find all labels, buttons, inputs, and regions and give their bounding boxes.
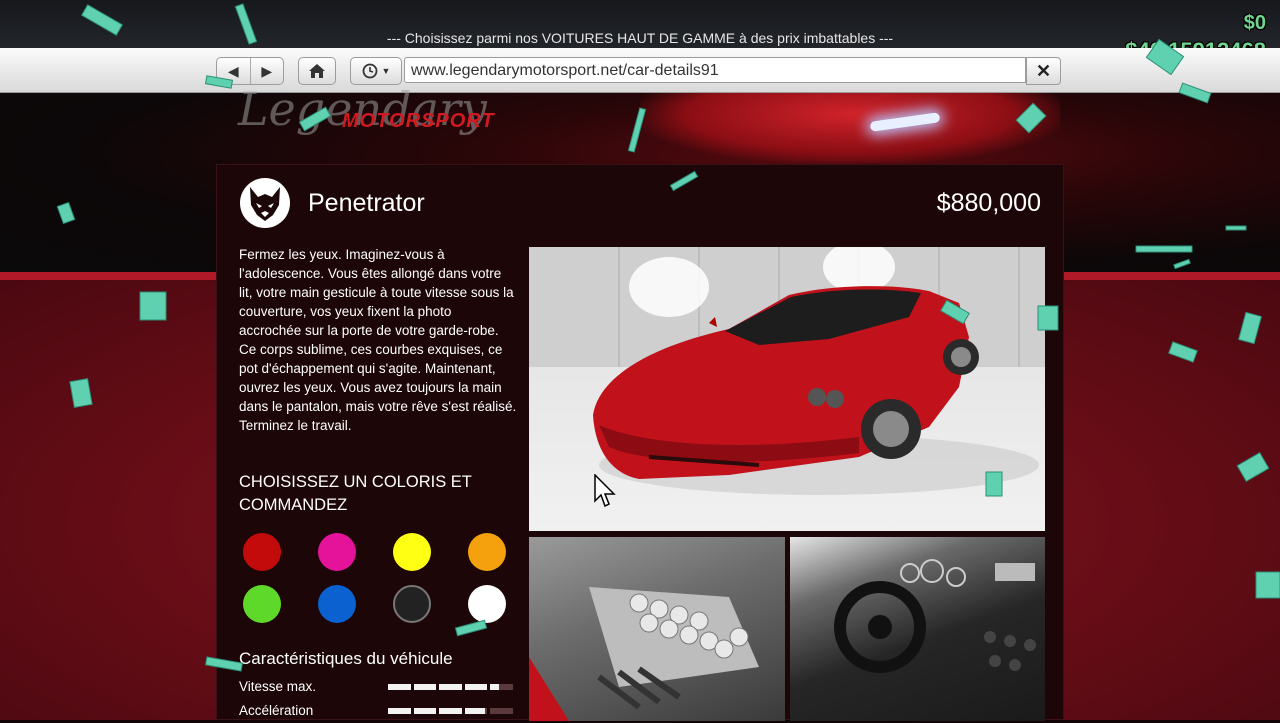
spec-bar-segment — [490, 708, 513, 714]
clock-icon — [362, 63, 377, 79]
vehicle-name: Penetrator — [308, 189, 425, 217]
close-button[interactable]: ✕ — [1026, 57, 1061, 85]
spec-bar — [388, 684, 513, 690]
forward-button[interactable]: ▶ — [249, 58, 284, 84]
engine-illustration — [529, 587, 759, 721]
spec-bar-fill — [490, 684, 500, 690]
specs-title: Caractéristiques du véhicule — [239, 649, 453, 668]
color-swatch-blue[interactable] — [318, 585, 356, 623]
spec-bar-segment — [439, 708, 462, 714]
chevron-down-icon: ▼ — [381, 66, 391, 76]
site-logo-motorsport: MOTORSPORT — [342, 110, 495, 132]
address-bar[interactable]: www.legendarymotorsport.net/car-details9… — [404, 57, 1026, 83]
spec-bar-segment — [413, 708, 437, 714]
vehicle-engine-photo[interactable] — [529, 537, 785, 721]
color-swatch-green[interactable] — [243, 585, 281, 623]
spec-bar — [388, 708, 513, 714]
spec-bar-fill — [439, 708, 462, 714]
spec-row-acceleration: Accélération — [239, 703, 515, 723]
site-tagline: --- Choisissez parmi nos VOITURES HAUT D… — [386, 30, 894, 46]
banner-car-image — [640, 93, 1060, 163]
spec-bar-fill — [464, 708, 486, 714]
spec-bar-fill — [388, 708, 411, 714]
vehicle-description: Fermez les yeux. Imaginez-vous à l'adole… — [239, 247, 517, 433]
spec-bar-segment — [464, 684, 488, 690]
color-swatch-black[interactable] — [393, 585, 431, 623]
color-swatch-red[interactable] — [243, 533, 281, 571]
hud-cash: $0 — [1243, 12, 1266, 34]
history-button[interactable]: ▼ — [350, 57, 402, 85]
color-swatch-orange[interactable] — [468, 533, 506, 571]
spec-bar-fill — [439, 684, 462, 690]
color-swatch-pink[interactable] — [318, 533, 356, 571]
spec-bar-segment — [388, 708, 411, 714]
mouse-cursor-icon — [594, 474, 616, 508]
spec-row-speed: Vitesse max. — [239, 679, 515, 699]
browser-toolbar: ◀ ▶ ▼ www.legendarymotorsport.net/car-de… — [0, 48, 1280, 93]
color-swatches — [243, 533, 513, 623]
back-button[interactable]: ◀ — [217, 58, 250, 84]
vehicle-price: $880,000 — [936, 189, 1041, 217]
spec-bar-segment — [464, 708, 488, 714]
brand-wolf-icon — [240, 178, 290, 228]
spec-bar-fill — [388, 684, 411, 690]
home-icon — [309, 64, 325, 78]
nav-button-group: ◀ ▶ — [216, 57, 284, 85]
color-heading: CHOISISSEZ UN COLORIS ET COMMANDEZ — [239, 473, 472, 514]
close-icon: ✕ — [1035, 60, 1052, 81]
spec-bar-fill — [413, 708, 437, 714]
spec-bar-segment — [439, 684, 462, 690]
spec-bar-segment — [413, 684, 437, 690]
spec-label: Vitesse max. — [239, 679, 317, 694]
home-button[interactable] — [298, 57, 336, 85]
spec-bar-fill — [464, 684, 488, 690]
vehicle-panel: Penetrator $880,000 Fermez les yeux. Ima… — [216, 164, 1064, 723]
spec-bar-segment — [388, 684, 411, 690]
vehicle-interior-photo[interactable] — [790, 537, 1045, 721]
back-arrow-icon: ◀ — [227, 62, 239, 79]
spec-bar-fill — [413, 684, 437, 690]
spec-label: Accélération — [239, 703, 314, 718]
interior-illustration — [834, 559, 1036, 673]
spec-bar-segment — [490, 684, 513, 690]
color-swatch-white[interactable] — [468, 585, 506, 623]
forward-arrow-icon: ▶ — [261, 62, 273, 79]
color-swatch-yellow[interactable] — [393, 533, 431, 571]
